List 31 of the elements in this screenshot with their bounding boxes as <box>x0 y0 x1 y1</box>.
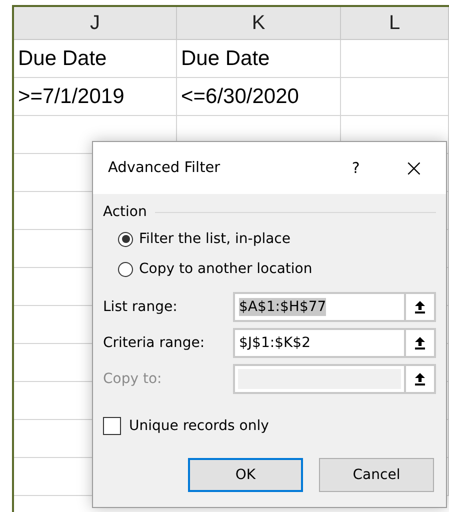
range-field[interactable] <box>233 364 436 394</box>
field-label: Criteria range: <box>103 335 206 351</box>
radio-button[interactable] <box>118 262 133 276</box>
column-header[interactable]: L <box>341 7 449 39</box>
checkbox[interactable] <box>103 417 121 435</box>
section-label: Action <box>103 204 147 220</box>
range-field[interactable]: $J$1:$K$2 <box>233 328 436 358</box>
cell-text: >=7/1/2019 <box>18 84 124 108</box>
dialog-title: Advanced Filter <box>108 160 222 176</box>
column-header[interactable]: J <box>14 7 177 39</box>
field-label: Copy to: <box>103 371 163 387</box>
radio-label[interactable]: Filter the list, in-place <box>139 231 290 247</box>
upload-arrow-icon <box>414 372 426 386</box>
close-button[interactable]: × <box>404 154 424 182</box>
cell-text: Due Date <box>181 46 270 70</box>
upload-arrow-icon <box>414 300 426 314</box>
radio-button[interactable] <box>118 232 133 246</box>
collapse-button[interactable] <box>404 366 434 392</box>
checkbox-label[interactable]: Unique records only <box>129 418 269 434</box>
radio-label[interactable]: Copy to another location <box>139 261 312 277</box>
ok-button[interactable]: OK <box>188 458 303 492</box>
upload-arrow-icon <box>414 336 426 350</box>
field-label: List range: <box>103 299 178 315</box>
cell-text: <=6/30/2020 <box>181 84 299 108</box>
help-button[interactable]: ? <box>352 159 360 177</box>
cancel-button[interactable]: Cancel <box>319 458 434 492</box>
collapse-button[interactable] <box>404 330 434 356</box>
collapse-button[interactable] <box>404 294 434 320</box>
range-field[interactable]: $A$1:$H$77 <box>233 292 436 322</box>
cell-text: Due Date <box>18 46 107 70</box>
column-header[interactable]: K <box>177 7 341 39</box>
